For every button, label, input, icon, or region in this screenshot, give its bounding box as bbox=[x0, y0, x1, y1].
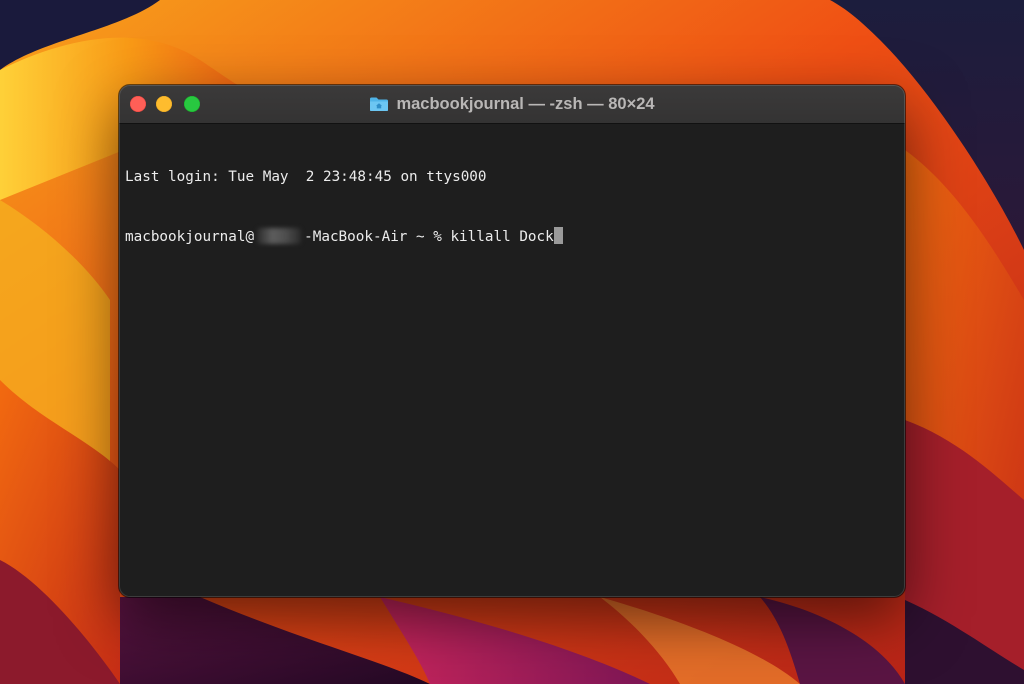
typed-command: killall Dock bbox=[450, 229, 554, 245]
last-login-line: Last login: Tue May 2 23:48:45 on ttys00… bbox=[125, 169, 487, 185]
window-title-container: macbookjournal — -zsh — 80×24 bbox=[119, 85, 905, 123]
prompt-line: macbookjournal@ -MacBook-Air ~ % killall … bbox=[125, 227, 905, 247]
terminal-content[interactable]: Last login: Tue May 2 23:48:45 on ttys00… bbox=[119, 124, 905, 597]
prompt-host-suffix: -MacBook-Air ~ % bbox=[304, 229, 451, 245]
redacted-hostname bbox=[257, 228, 302, 244]
home-folder-icon bbox=[370, 97, 389, 111]
window-title: macbookjournal — -zsh — 80×24 bbox=[396, 94, 655, 113]
title-bar[interactable]: macbookjournal — -zsh — 80×24 bbox=[119, 85, 905, 124]
text-cursor bbox=[553, 227, 563, 244]
prompt-user: macbookjournal@ bbox=[125, 229, 255, 245]
terminal-window: macbookjournal — -zsh — 80×24 Last login… bbox=[119, 85, 905, 597]
